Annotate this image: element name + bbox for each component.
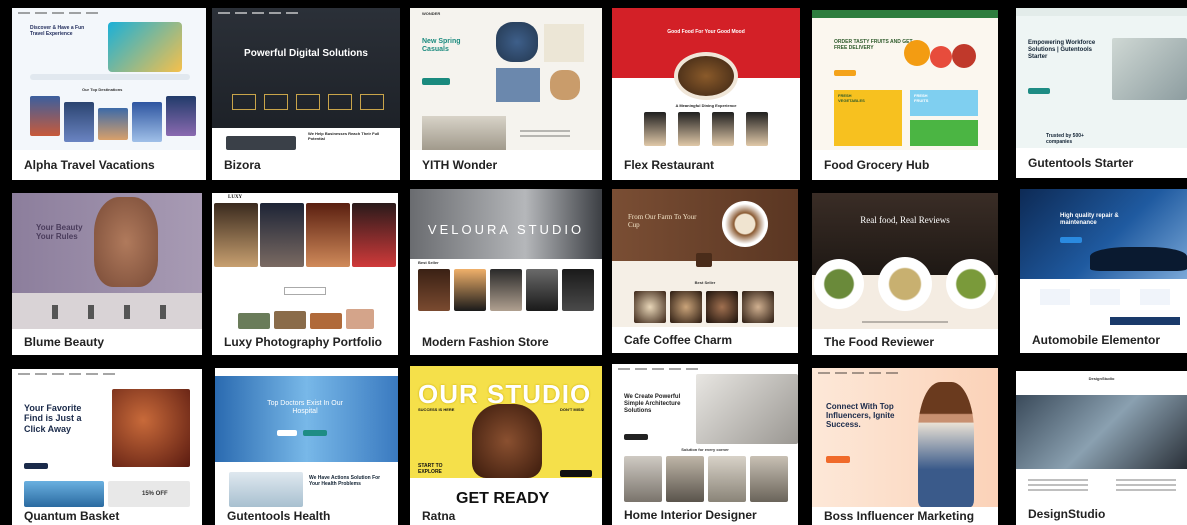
theme-card-automobile[interactable]: High quality repair & maintenance Automo… <box>1020 189 1187 353</box>
preview-hero-text: ORDER TASTY FRUITS AND GET FREE DELIVERY <box>834 39 913 51</box>
theme-title: DesignStudio <box>1016 503 1187 525</box>
theme-title: Boss Influencer Marketing <box>812 507 998 525</box>
preview-bottom-text: GET READY <box>456 490 550 507</box>
preview-subheading: Solution for every corner <box>681 447 729 452</box>
preview-badge: 15% OFF <box>142 491 168 497</box>
theme-card-quantum-basket[interactable]: Your Favorite Find is Just a Click Away … <box>12 369 202 525</box>
theme-card-cafe-coffee[interactable]: From Our Farm To Your Cup Best Seller Ca… <box>612 189 798 353</box>
theme-preview: VELOURA STUDIO Best Seller <box>410 189 602 329</box>
theme-preview: High quality repair & maintenance <box>1020 189 1187 327</box>
theme-preview: Connect With Top Influencers, Ignite Suc… <box>812 368 998 507</box>
theme-preview: Your Favorite Find is Just a Click Away … <box>12 369 202 507</box>
preview-hero-text: Empowering Workforce Solutions | Gutento… <box>1028 40 1096 60</box>
theme-title: Flex Restaurant <box>612 150 800 180</box>
theme-preview: Top Doctors Exist In Our Hospital We Hav… <box>215 368 398 507</box>
theme-card-yith-wonder[interactable]: WONDER New Spring Casuals YITH Wonder <box>410 8 602 180</box>
theme-preview: Empowering Workforce Solutions | Gutento… <box>1016 8 1187 148</box>
theme-card-food-grocery-hub[interactable]: ORDER TASTY FRUITS AND GET FREE DELIVERY… <box>812 10 998 180</box>
preview-logo: WONDER <box>422 11 441 16</box>
theme-card-ratna[interactable]: OUR STUDIO SUCCESS IS HERE DON'T MISS! S… <box>410 366 602 525</box>
preview-subheading: We Have Actions Solution For Your Health… <box>309 475 381 487</box>
theme-title: Modern Fashion Store <box>410 329 602 355</box>
theme-card-luxy-photography[interactable]: LUXY Luxy Photography Portfolio <box>212 193 398 355</box>
preview-hero-text: We Create Powerful Simple Architecture S… <box>624 394 681 414</box>
theme-card-modern-fashion[interactable]: VELOURA STUDIO Best Seller Modern Fashio… <box>410 189 602 355</box>
theme-title: Home Interior Designer <box>612 505 798 525</box>
preview-hero-text: Discover & Have a Fun Travel Experience <box>30 25 85 37</box>
theme-card-boss-influencer[interactable]: Connect With Top Influencers, Ignite Suc… <box>812 368 998 525</box>
theme-card-bizora[interactable]: Powerful Digital Solutions We Help Busin… <box>212 8 400 180</box>
preview-hero-text: VELOURA STUDIO <box>427 222 585 237</box>
theme-card-flex-restaurant[interactable]: Good Food For Your Good Mood A Meaningfu… <box>612 8 800 180</box>
preview-hero-text: Connect With Top Influencers, Ignite Suc… <box>826 402 895 430</box>
preview-subheading: Our Top Destinations <box>82 87 123 92</box>
theme-title: Gutentools Health <box>215 507 398 525</box>
theme-title: Food Grocery Hub <box>812 150 998 180</box>
preview-logo: LUXY <box>228 195 243 200</box>
theme-title: Alpha Travel Vacations <box>12 150 206 180</box>
preview-stat-text: Trusted by 500+ companies <box>1046 133 1084 145</box>
preview-hero-text: New Spring Casuals <box>422 38 461 54</box>
preview-hero-text: Your Beauty Your Rules <box>36 223 83 242</box>
theme-card-blume-beauty[interactable]: Your Beauty Your Rules Blume Beauty <box>12 193 202 355</box>
theme-title: The Food Reviewer <box>812 329 998 355</box>
theme-preview: Your Beauty Your Rules <box>12 193 202 329</box>
theme-preview: WONDER New Spring Casuals <box>410 8 602 150</box>
preview-hero-text: Good Food For Your Good Mood <box>667 29 745 35</box>
theme-title: YITH Wonder <box>410 150 602 180</box>
theme-title: Bizora <box>212 150 400 180</box>
preview-subheading: We Help Businesses Reach Their Full Pote… <box>308 131 380 141</box>
theme-preview: From Our Farm To Your Cup Best Seller <box>612 189 798 327</box>
preview-hero-text: Top Doctors Exist In Our Hospital <box>267 400 343 416</box>
theme-title: Gutentools Starter <box>1016 148 1187 178</box>
theme-card-designstudio[interactable]: DesignStudio DesignStudio <box>1016 371 1187 525</box>
theme-preview: Discover & Have a Fun Travel Experience … <box>12 8 206 150</box>
theme-title: Luxy Photography Portfolio <box>212 329 398 355</box>
preview-logo: DesignStudio <box>1088 376 1115 381</box>
theme-preview: OUR STUDIO SUCCESS IS HERE DON'T MISS! S… <box>410 366 602 507</box>
preview-subheading: A Meaningful Dining Experience <box>675 103 737 108</box>
preview-hero-text: Real food, Real Reviews <box>860 215 950 225</box>
preview-tag-dont-miss: DON'T MISS! <box>560 407 585 412</box>
theme-title: Quantum Basket <box>12 507 202 525</box>
theme-card-gutentools-health[interactable]: Top Doctors Exist In Our Hospital We Hav… <box>215 368 398 525</box>
preview-explore-text: START TO EXPLORE <box>418 463 443 475</box>
theme-card-home-interior[interactable]: We Create Powerful Simple Architecture S… <box>612 364 798 525</box>
theme-title: Automobile Elementor <box>1020 327 1187 353</box>
preview-tag-success: SUCCESS IS HERE <box>418 407 455 412</box>
theme-card-alpha-travel[interactable]: Discover & Have a Fun Travel Experience … <box>12 8 206 180</box>
preview-promo-vegetables: FRESH VEGETABLES <box>838 93 865 103</box>
theme-card-food-reviewer[interactable]: Real food, Real Reviews The Food Reviewe… <box>812 193 998 355</box>
theme-preview: We Create Powerful Simple Architecture S… <box>612 364 798 505</box>
preview-hero-text: From Our Farm To Your Cup <box>628 213 697 230</box>
preview-promo-fruits: FRESH FRUITS <box>914 93 929 103</box>
theme-preview: DesignStudio <box>1016 371 1187 503</box>
theme-card-gutentools-starter[interactable]: Empowering Workforce Solutions | Gutento… <box>1016 8 1187 178</box>
theme-preview: Good Food For Your Good Mood A Meaningfu… <box>612 8 800 150</box>
preview-subheading: Best Seller <box>418 260 439 265</box>
theme-preview: Powerful Digital Solutions We Help Busin… <box>212 8 400 150</box>
preview-hero-text: Your Favorite Find is Just a Click Away <box>24 403 82 434</box>
theme-title: Ratna <box>410 507 602 525</box>
theme-preview: ORDER TASTY FRUITS AND GET FREE DELIVERY… <box>812 10 998 150</box>
preview-hero-text: High quality repair & maintenance <box>1060 213 1119 226</box>
preview-hero-text: Powerful Digital Solutions <box>244 48 368 59</box>
theme-title: Cafe Coffee Charm <box>612 327 798 353</box>
theme-preview: LUXY <box>212 193 398 329</box>
theme-title: Blume Beauty <box>12 329 202 355</box>
theme-preview: Real food, Real Reviews <box>812 193 998 329</box>
preview-subheading: Best Seller <box>694 280 716 285</box>
